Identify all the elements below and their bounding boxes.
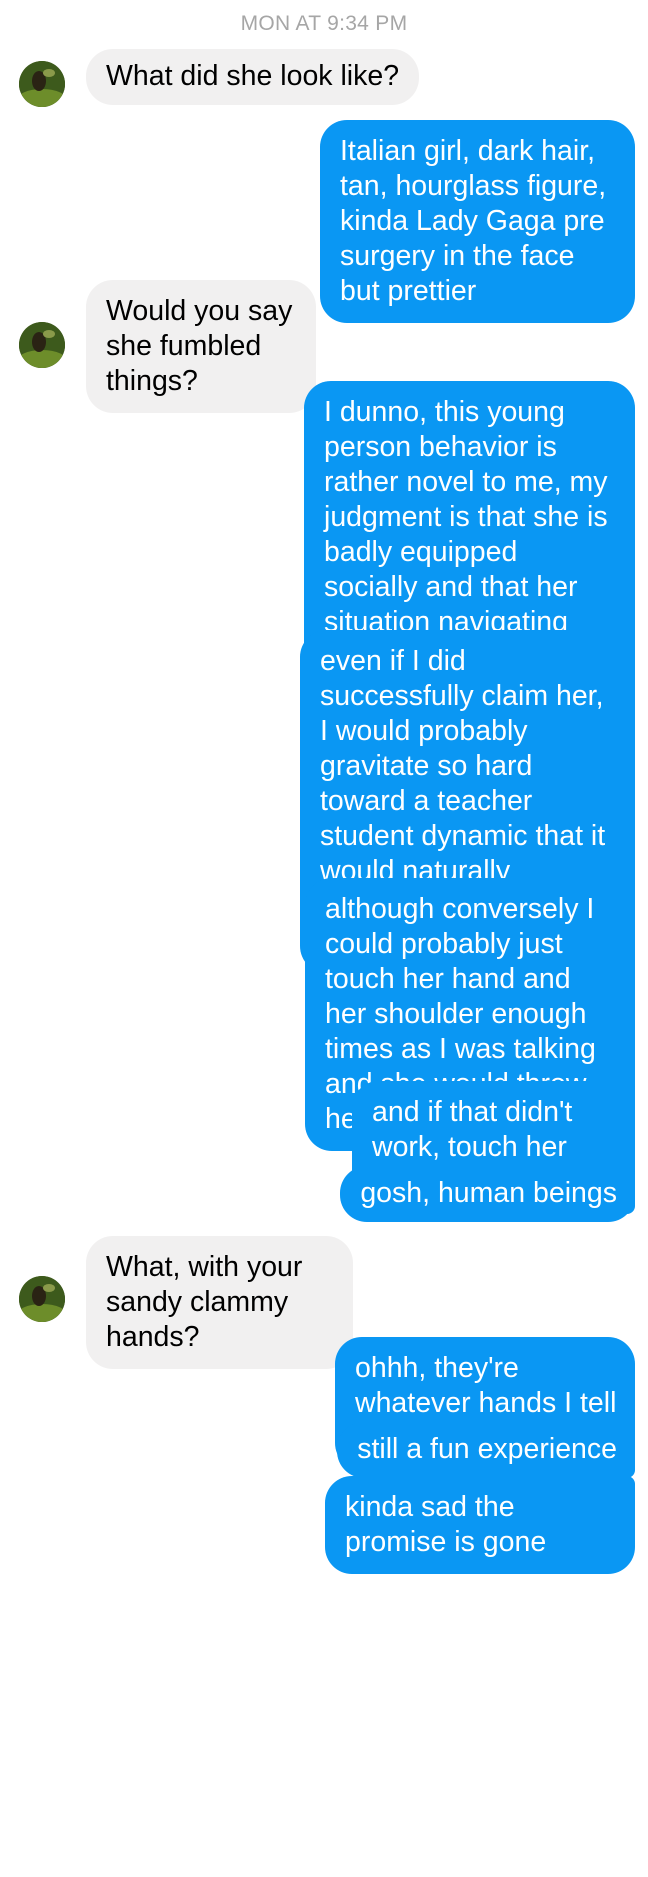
outgoing-message[interactable]: still a fun experience [337,1422,635,1478]
contact-avatar[interactable] [19,1276,65,1322]
outgoing-message[interactable]: Italian girl, dark hair, tan, hourglass … [320,120,635,323]
outgoing-message[interactable]: kinda sad the promise is gone [325,1476,635,1574]
incoming-message[interactable]: What did she look like? [86,49,420,105]
outgoing-message[interactable]: gosh, human beings [340,1166,635,1222]
avatar-photo-icon [19,1276,65,1322]
contact-avatar[interactable] [19,322,65,368]
avatar-photo-icon [19,61,65,107]
avatar-photo-icon [19,322,65,368]
contact-avatar[interactable] [19,61,65,107]
incoming-message[interactable]: What, with your sandy clammy hands? [86,1236,353,1369]
conversation-timestamp: MON AT 9:34 PM [240,12,408,35]
incoming-message[interactable]: Would you say she fumbled things? [86,280,316,413]
